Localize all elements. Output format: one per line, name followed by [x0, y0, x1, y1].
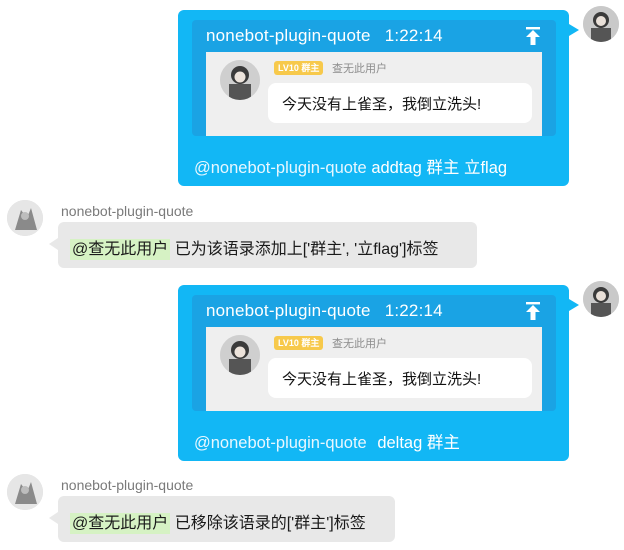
bot-avatar[interactable]: [7, 200, 43, 236]
mention-chip[interactable]: @查无此用户: [70, 513, 171, 534]
command-body: addtag 群主 立flag: [371, 159, 508, 177]
bubble-tail: [49, 238, 58, 250]
reply-quote-card[interactable]: nonebot-plugin-quote 1:22:14 LV10 群主 查无此用…: [192, 295, 556, 411]
message-body: 已移除该语录的['群主']标签: [174, 515, 366, 532]
command-body: deltag 群主: [377, 434, 460, 452]
self-avatar[interactable]: [583, 6, 619, 42]
pin-to-top-icon[interactable]: [524, 301, 542, 321]
command-text: @nonebot-plugin-quote deltag 群主: [194, 429, 460, 453]
message-text: @查无此用户 已为该语录添加上['群主', '立flag']标签: [70, 235, 439, 260]
bubble-tail: [49, 512, 58, 524]
quoted-text-bubble: 今天没有上雀圣，我倒立洗头!: [268, 83, 532, 123]
quoted-message-panel: LV10 群主 查无此用户 今天没有上雀圣，我倒立洗头!: [206, 52, 542, 136]
reply-title: nonebot-plugin-quote: [206, 301, 371, 320]
level-badge: LV10 群主: [274, 336, 324, 350]
bot-avatar[interactable]: [7, 474, 43, 510]
level-badge: LV10 群主: [274, 61, 324, 75]
outgoing-message-bubble[interactable]: nonebot-plugin-quote 1:22:14 LV10 群主 查无此用…: [178, 10, 579, 186]
quoted-text-bubble: 今天没有上雀圣，我倒立洗头!: [268, 358, 532, 398]
bubble-tail: [569, 299, 579, 311]
self-avatar[interactable]: [583, 281, 619, 317]
bubble-tail: [569, 24, 579, 36]
quoted-text: 今天没有上雀圣，我倒立洗头!: [282, 96, 482, 113]
outgoing-message-bubble[interactable]: nonebot-plugin-quote 1:22:14 LV10 群主 查无此用…: [178, 285, 579, 461]
reply-header: nonebot-plugin-quote 1:22:14: [206, 26, 443, 46]
command-text: @nonebot-plugin-quote addtag 群主 立flag: [194, 154, 507, 178]
sender-name: nonebot-plugin-quote: [61, 477, 194, 493]
incoming-message-bubble[interactable]: @查无此用户 已移除该语录的['群主']标签: [49, 496, 395, 542]
mention-chip[interactable]: @查无此用户: [70, 239, 171, 260]
mention-link[interactable]: @nonebot-plugin-quote: [194, 434, 367, 452]
quoted-user-name: 查无此用户: [332, 338, 387, 350]
mention-link[interactable]: @nonebot-plugin-quote: [194, 159, 367, 177]
quoted-user-avatar: [220, 60, 260, 100]
reply-header: nonebot-plugin-quote 1:22:14: [206, 301, 443, 321]
reply-quote-card[interactable]: nonebot-plugin-quote 1:22:14 LV10 群主 查无此用…: [192, 20, 556, 136]
quoted-user-name: 查无此用户: [332, 63, 387, 75]
message-body: 已为该语录添加上['群主', '立flag']标签: [174, 241, 439, 258]
quoted-message-panel: LV10 群主 查无此用户 今天没有上雀圣，我倒立洗头!: [206, 327, 542, 411]
reply-time: 1:22:14: [384, 26, 443, 45]
quoted-text: 今天没有上雀圣，我倒立洗头!: [282, 371, 482, 388]
message-text: @查无此用户 已移除该语录的['群主']标签: [70, 509, 366, 534]
sender-name: nonebot-plugin-quote: [61, 203, 194, 219]
pin-to-top-icon[interactable]: [524, 26, 542, 46]
reply-title: nonebot-plugin-quote: [206, 26, 371, 45]
quoted-user-avatar: [220, 335, 260, 375]
reply-time: 1:22:14: [384, 301, 443, 320]
incoming-message-bubble[interactable]: @查无此用户 已为该语录添加上['群主', '立flag']标签: [49, 222, 477, 268]
